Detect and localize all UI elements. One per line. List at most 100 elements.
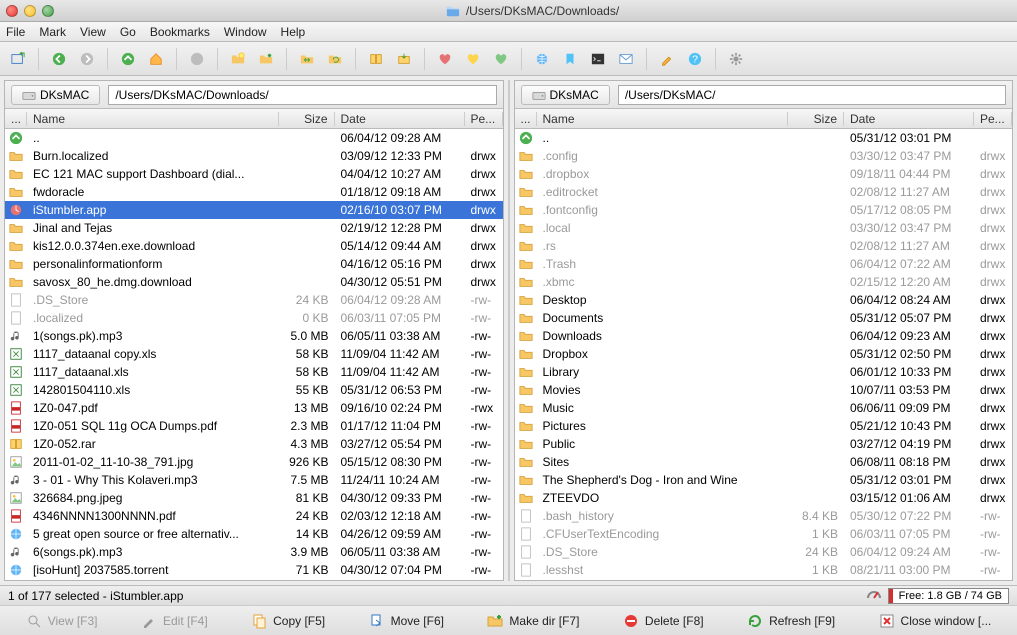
table-row[interactable]: iStumbler.app02/16/10 03:07 PMdrwx [5,201,503,219]
table-row[interactable]: .bash_history8.4 KB05/30/12 07:22 PM-rw- [515,507,1013,525]
table-row[interactable]: 1117_dataanal.xls58 KB11/09/04 11:42 AM-… [5,363,503,381]
right-drive-button[interactable]: DKsMAC [521,85,610,105]
table-row[interactable]: 3 - 01 - Why This Kolaveri.mp37.5 MB11/2… [5,471,503,489]
bookmark-icon[interactable] [560,49,580,69]
gear-icon[interactable] [726,49,746,69]
heart-green-icon[interactable] [491,49,511,69]
fn-mkdir-button[interactable]: Make dir [F7] [478,609,588,633]
col-size[interactable]: Size [788,112,844,126]
swap-panes-icon[interactable] [297,49,317,69]
col-size[interactable]: Size [279,112,335,126]
table-row[interactable]: Sites06/08/11 08:18 PMdrwx [515,453,1013,471]
sync-panes-icon[interactable] [325,49,345,69]
help-icon[interactable]: ? [685,49,705,69]
table-row[interactable]: 326684.png.jpeg81 KB04/30/12 09:33 PM-rw… [5,489,503,507]
fn-close-button[interactable]: Close window [... [870,609,1001,633]
menu-view[interactable]: View [80,25,106,39]
menu-bookmarks[interactable]: Bookmarks [150,25,210,39]
window-minimize-button[interactable] [24,5,36,17]
table-row[interactable]: .rs02/08/12 11:27 AMdrwx [515,237,1013,255]
col-ext[interactable]: ... [515,112,537,126]
table-row[interactable]: [isoHunt] 2037585.torrent71 KB04/30/12 0… [5,561,503,579]
table-row[interactable]: 2011-01-02_11-10-38_791.jpg926 KB05/15/1… [5,453,503,471]
menu-help[interactable]: Help [281,25,306,39]
table-row[interactable]: Public03/27/12 04:19 PMdrwx [515,435,1013,453]
col-name[interactable]: Name [537,112,789,126]
table-row[interactable]: .fontconfig05/17/12 08:05 PMdrwx [515,201,1013,219]
col-date[interactable]: Date [335,112,465,126]
color-picker-icon[interactable] [657,49,677,69]
new-folder-icon[interactable] [228,49,248,69]
heart-yellow-icon[interactable] [463,49,483,69]
table-row[interactable]: fwdoracle01/18/12 09:18 AMdrwx [5,183,503,201]
table-row[interactable]: .Trash06/04/12 07:22 AMdrwx [515,255,1013,273]
right-path-input[interactable] [618,85,1006,105]
table-row[interactable]: 1Z0-051 SQL 11g OCA Dumps.pdf2.3 MB01/17… [5,417,503,435]
table-row[interactable]: kis12.0.0.374en.exe.download05/14/12 09:… [5,237,503,255]
table-row[interactable]: Pictures05/21/12 10:43 PMdrwx [515,417,1013,435]
pane-splitter[interactable] [508,80,510,581]
table-row[interactable]: Desktop06/04/12 08:24 AMdrwx [515,291,1013,309]
table-row[interactable]: .xbmc02/15/12 12:20 AMdrwx [515,273,1013,291]
pack-icon[interactable] [366,49,386,69]
heart-red-icon[interactable] [435,49,455,69]
fn-refresh-button[interactable]: Refresh [F9] [738,609,844,633]
col-perm[interactable]: Pe... [974,112,1012,126]
left-column-headers[interactable]: ... Name Size Date Pe... [5,109,503,129]
window-zoom-button[interactable] [42,5,54,17]
window-close-button[interactable] [6,5,18,17]
menu-file[interactable]: File [6,25,25,39]
right-column-headers[interactable]: ... Name Size Date Pe... [515,109,1013,129]
table-row[interactable]: 1(songs.pk).mp35.0 MB06/05/11 03:38 AM-r… [5,327,503,345]
table-row[interactable]: 4346NNNN1300NNNN.pdf24 KB02/03/12 12:18 … [5,507,503,525]
menu-mark[interactable]: Mark [39,25,66,39]
globe-icon[interactable] [532,49,552,69]
right-file-list[interactable]: ... Name Size Date Pe... ..05/31/12 03:0… [515,109,1013,580]
table-row[interactable]: Documents05/31/12 05:07 PMdrwx [515,309,1013,327]
table-row[interactable]: savosx_80_he.dmg.download04/30/12 05:51 … [5,273,503,291]
table-row[interactable]: ZTEEVDO03/15/12 01:06 AMdrwx [515,489,1013,507]
table-row[interactable]: Dropbox05/31/12 02:50 PMdrwx [515,345,1013,363]
col-ext[interactable]: ... [5,112,27,126]
table-row[interactable]: .localized0 KB06/03/11 07:05 PM-rw- [5,309,503,327]
table-row[interactable]: Burn.localized03/09/12 12:33 PMdrwx [5,147,503,165]
nav-up-icon[interactable] [118,49,138,69]
table-row[interactable]: 6(songs.pk).mp33.9 MB06/05/11 03:38 AM-r… [5,543,503,561]
nav-back-icon[interactable] [49,49,69,69]
menu-go[interactable]: Go [120,25,136,39]
table-row[interactable]: 142801504110.xls55 KB05/31/12 06:53 PM-r… [5,381,503,399]
table-row[interactable]: EC 121 MAC support Dashboard (dial...04/… [5,165,503,183]
table-row[interactable]: .local03/30/12 03:47 PMdrwx [515,219,1013,237]
left-file-list[interactable]: ... Name Size Date Pe... ..06/04/12 09:2… [5,109,503,580]
left-path-input[interactable] [108,85,496,105]
home-icon[interactable] [146,49,166,69]
table-row[interactable]: .DS_Store24 KB06/04/12 09:28 AM-rw- [5,291,503,309]
table-row[interactable]: The Shepherd's Dog - Iron and Wine05/31/… [515,471,1013,489]
mail-icon[interactable] [616,49,636,69]
col-date[interactable]: Date [844,112,974,126]
table-row[interactable]: 1Z0-047.pdf13 MB09/16/10 02:24 PM-rwx [5,399,503,417]
menu-window[interactable]: Window [224,25,267,39]
table-row[interactable]: .config03/30/12 03:47 PMdrwx [515,147,1013,165]
table-row[interactable]: .editrocket02/08/12 11:27 AMdrwx [515,183,1013,201]
fn-delete-button[interactable]: Delete [F8] [614,609,713,633]
terminal-icon[interactable] [588,49,608,69]
table-row[interactable]: .DS_Store24 KB06/04/12 09:24 AM-rw- [515,543,1013,561]
table-row[interactable]: Jinal and Tejas02/19/12 12:28 PMdrwx [5,219,503,237]
table-row[interactable]: .lesshst1 KB08/21/11 03:00 PM-rw- [515,561,1013,579]
table-row[interactable]: 1Z0-052.rar4.3 MB03/27/12 05:54 PM-rw- [5,435,503,453]
table-row[interactable]: .CFUserTextEncoding1 KB06/03/11 07:05 PM… [515,525,1013,543]
col-perm[interactable]: Pe... [465,112,503,126]
new-file-icon[interactable] [256,49,276,69]
new-tab-icon[interactable] [8,49,28,69]
unpack-icon[interactable] [394,49,414,69]
table-row[interactable]: .dropbox09/18/11 04:44 PMdrwx [515,165,1013,183]
table-row[interactable]: Music06/06/11 09:09 PMdrwx [515,399,1013,417]
table-row[interactable]: Library06/01/12 10:33 PMdrwx [515,363,1013,381]
table-row[interactable]: Downloads06/04/12 09:23 AMdrwx [515,327,1013,345]
fn-move-button[interactable]: Move [F6] [360,609,453,633]
table-row[interactable]: ..06/04/12 09:28 AM [5,129,503,147]
table-row[interactable]: ..05/31/12 03:01 PM [515,129,1013,147]
fn-copy-button[interactable]: Copy [F5] [242,609,334,633]
left-drive-button[interactable]: DKsMAC [11,85,100,105]
